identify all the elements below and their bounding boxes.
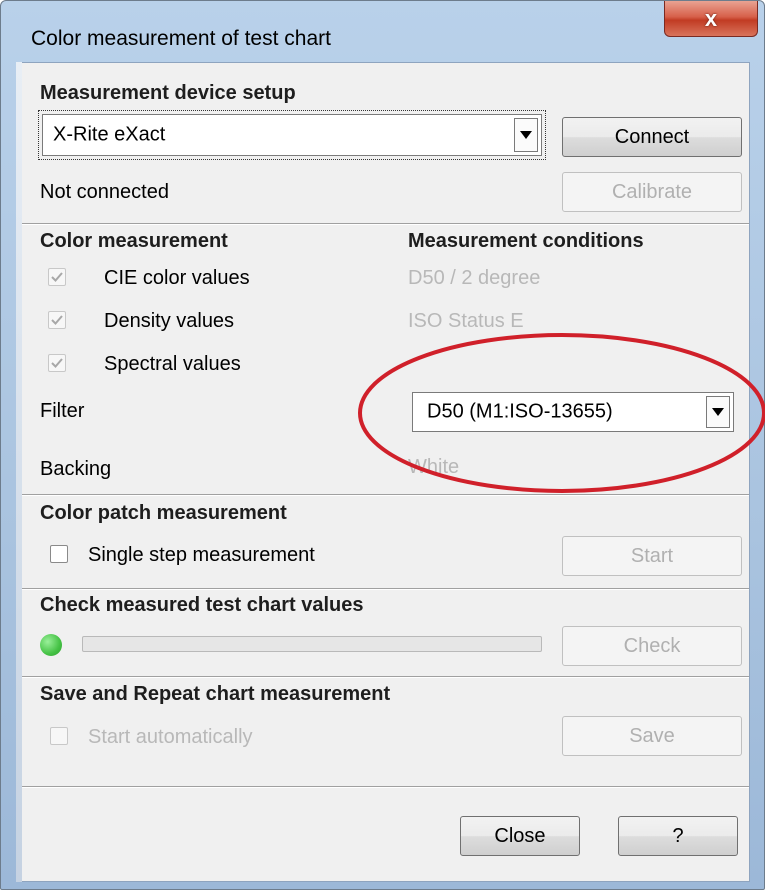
status-led-icon — [40, 634, 62, 656]
color-measurement-title: Color measurement — [40, 230, 228, 252]
single-step-checkbox[interactable] — [50, 545, 68, 563]
separator — [22, 786, 749, 788]
save-repeat-title: Save and Repeat chart measurement — [40, 683, 391, 705]
title-bar[interactable]: Color measurement of test chart x — [9, 1, 758, 57]
help-button[interactable]: ? — [618, 816, 738, 856]
patch-measurement-title: Color patch measurement — [40, 502, 287, 524]
density-checkbox[interactable] — [48, 311, 66, 329]
separator — [22, 588, 749, 590]
checkmark-icon — [51, 315, 63, 325]
start-automatically-label: Start automatically — [88, 726, 253, 748]
left-edge-stripe — [16, 62, 22, 882]
measurement-conditions-title: Measurement conditions — [408, 230, 644, 252]
checkmark-icon — [51, 272, 63, 282]
device-select-value: X-Rite eXact — [53, 123, 166, 146]
separator — [22, 676, 749, 678]
illuminant-value: D50 / 2 degree — [408, 267, 541, 289]
density-label: Density values — [104, 310, 235, 332]
cie-checkbox[interactable] — [48, 268, 66, 286]
connection-status: Not connected — [40, 181, 169, 203]
connect-button[interactable]: Connect — [562, 117, 742, 157]
filter-select-value: D50 (M1:ISO-13655) — [427, 400, 613, 423]
device-setup-title: Measurement device setup — [40, 82, 296, 104]
separator — [22, 494, 749, 496]
close-button[interactable]: Close — [460, 816, 580, 856]
save-button[interactable]: Save — [562, 716, 742, 756]
separator — [22, 223, 749, 225]
chevron-down-icon[interactable] — [706, 396, 730, 428]
device-select[interactable]: X-Rite eXact — [42, 114, 542, 156]
chevron-down-icon[interactable] — [514, 118, 538, 152]
window-title: Color measurement of test chart — [31, 27, 331, 50]
spectral-checkbox[interactable] — [48, 354, 66, 372]
single-step-label: Single step measurement — [88, 544, 315, 566]
backing-value: White — [408, 456, 460, 478]
cie-label: CIE color values — [104, 267, 250, 289]
check-progress-bar — [82, 636, 542, 652]
filter-label: Filter — [40, 400, 85, 422]
status-value: ISO Status E — [408, 310, 524, 332]
checkmark-icon — [51, 358, 63, 368]
window-close-button[interactable]: x — [664, 1, 758, 37]
close-icon: x — [704, 5, 718, 31]
check-button[interactable]: Check — [562, 626, 742, 666]
start-button[interactable]: Start — [562, 536, 742, 576]
backing-label: Backing — [40, 458, 112, 480]
check-values-title: Check measured test chart values — [40, 594, 364, 616]
filter-select[interactable]: D50 (M1:ISO-13655) — [412, 392, 734, 432]
spectral-label: Spectral values — [104, 353, 241, 375]
calibrate-button[interactable]: Calibrate — [562, 172, 742, 212]
start-automatically-checkbox[interactable] — [50, 727, 68, 745]
